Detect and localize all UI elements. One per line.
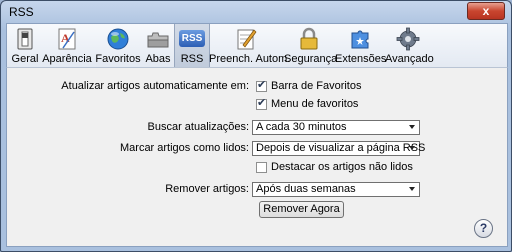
tab-label: Segurança xyxy=(284,53,338,65)
lock-icon xyxy=(297,27,321,51)
tab-label: Avançado xyxy=(385,53,434,65)
select-value: Depois de visualizar a página RSS xyxy=(256,142,426,154)
tabs-icon xyxy=(146,27,170,51)
select-value: Após duas semanas xyxy=(256,183,356,195)
select-value: A cada 30 minutos xyxy=(256,121,347,133)
favorites-menu-label: Menu de favoritos xyxy=(271,98,359,110)
switch-icon xyxy=(13,27,37,51)
tab-label: Preench. Autom. xyxy=(209,53,291,65)
check-updates-label: Buscar atualizações: xyxy=(147,121,250,133)
remove-articles-select[interactable]: Após duas semanas xyxy=(252,182,420,197)
remove-now-button[interactable]: Remover Agora xyxy=(259,201,344,218)
checkmark-icon: ✔ xyxy=(257,97,267,109)
tab-avancado[interactable]: Avançado xyxy=(385,24,434,68)
highlight-unread-label: Destacar os artigos não lidos xyxy=(271,161,413,173)
svg-text:A: A xyxy=(61,31,70,45)
preferences-window: RSS x Geral A Aparência Favoritos Abas R… xyxy=(0,0,512,252)
tab-aparencia[interactable]: A Aparência xyxy=(41,24,93,68)
tab-label: Extensões xyxy=(335,53,387,65)
rss-badge: RSS xyxy=(181,33,203,44)
mark-read-select[interactable]: Depois de visualizar a página RSS xyxy=(252,141,425,156)
tab-preenchimento-automatico[interactable]: Preench. Autom. xyxy=(209,24,291,68)
rss-settings-panel: Atualizar artigos automaticamente em: ✔ … xyxy=(6,67,508,247)
favorites-bar-checkbox[interactable]: ✔ xyxy=(256,79,267,92)
auto-update-label: Atualizar artigos automaticamente em: xyxy=(61,80,249,92)
rss-icon: RSS xyxy=(179,30,205,47)
favorites-bar-label: Barra de Favoritos xyxy=(271,80,362,92)
remove-articles-label: Remover artigos: xyxy=(165,183,249,195)
favorites-menu-checkbox[interactable]: ✔ xyxy=(256,97,267,110)
font-icon: A xyxy=(55,27,79,51)
window-title: RSS xyxy=(9,5,34,19)
chevron-down-icon xyxy=(409,187,415,191)
check-updates-select[interactable]: A cada 30 minutos xyxy=(252,120,420,135)
globe-icon xyxy=(106,27,130,51)
title-bar[interactable]: RSS x xyxy=(1,1,511,23)
chevron-down-icon xyxy=(409,146,415,150)
tab-geral[interactable]: Geral xyxy=(9,24,41,68)
tab-label: RSS xyxy=(180,53,204,65)
tab-label: Abas xyxy=(145,53,171,65)
tab-label: Geral xyxy=(11,53,39,65)
close-icon: x xyxy=(482,4,490,18)
tab-rss[interactable]: RSS RSS xyxy=(174,24,210,68)
tab-seguranca[interactable]: Segurança xyxy=(284,24,338,68)
tab-favoritos[interactable]: Favoritos xyxy=(94,24,142,68)
preferences-toolbar: Geral A Aparência Favoritos Abas RSS RSS… xyxy=(6,23,508,68)
gear-icon xyxy=(396,27,420,51)
checkmark-icon: ✔ xyxy=(257,79,267,91)
help-button[interactable]: ? xyxy=(474,219,493,238)
close-button[interactable]: x xyxy=(467,2,505,20)
tab-extensoes[interactable]: Extensões xyxy=(335,24,387,68)
highlight-unread-checkbox[interactable] xyxy=(256,162,267,173)
help-icon: ? xyxy=(479,221,488,235)
mark-read-label: Marcar artigos como lidos: xyxy=(120,142,249,154)
tab-label: Favoritos xyxy=(95,53,141,65)
tab-abas[interactable]: Abas xyxy=(142,24,174,68)
pen-icon xyxy=(234,27,258,51)
chevron-down-icon xyxy=(409,125,415,129)
tab-label: Aparência xyxy=(42,53,92,65)
puzzle-icon xyxy=(348,27,372,51)
